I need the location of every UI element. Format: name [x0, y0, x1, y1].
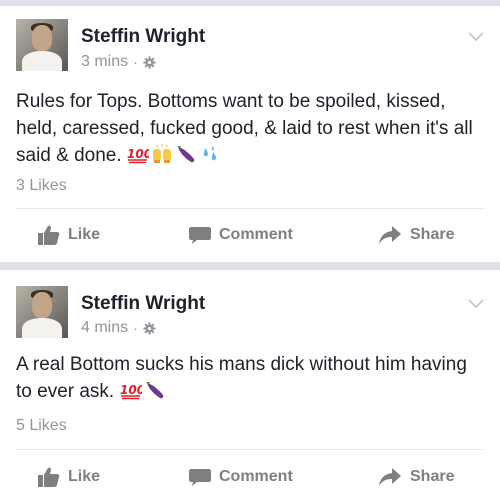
comment-bubble-icon — [189, 227, 211, 244]
svg-text:100: 100 — [120, 383, 142, 397]
share-label: Share — [410, 226, 455, 243]
comment-label: Comment — [219, 226, 293, 243]
post-meta: 3 mins · — [81, 53, 156, 71]
privacy-gear-icon[interactable] — [143, 321, 156, 335]
share-arrow-icon — [379, 468, 401, 486]
divider — [16, 449, 484, 450]
like-button[interactable]: Like — [38, 457, 100, 497]
like-label: Like — [68, 468, 101, 485]
comment-button[interactable]: Comment — [189, 215, 293, 255]
emoji-group: 100 — [127, 144, 221, 164]
meta-separator: · — [133, 320, 138, 336]
share-arrow-icon — [379, 226, 401, 244]
post-text: A real Bottom sucks his mans dick withou… — [16, 351, 486, 405]
chevron-down-icon[interactable] — [468, 299, 484, 309]
action-bar: Like Comment Share — [0, 457, 500, 497]
author-name[interactable]: Steffin Wright — [81, 26, 205, 48]
post-time[interactable]: 4 mins — [81, 319, 128, 337]
post-card: Steffin Wright 3 mins · Rules for Tops. … — [0, 6, 500, 262]
chevron-down-icon[interactable] — [468, 32, 484, 42]
comment-label: Comment — [219, 468, 293, 485]
like-button[interactable]: Like — [38, 215, 100, 255]
post-card: Steffin Wright 4 mins · A real Bottom su… — [0, 270, 500, 500]
eggplant-emoji — [176, 146, 195, 163]
hundred-points-emoji: 100 — [127, 147, 149, 164]
post-text: Rules for Tops. Bottoms want to be spoil… — [16, 88, 486, 169]
hundred-points-emoji: 100 — [120, 383, 142, 400]
action-bar: Like Comment Share — [0, 215, 500, 255]
avatar[interactable] — [16, 19, 68, 71]
post-body: Rules for Tops. Bottoms want to be spoil… — [16, 91, 473, 166]
comment-button[interactable]: Comment — [189, 457, 293, 497]
likes-count[interactable]: 3 Likes — [16, 177, 67, 195]
raising-hands-emoji — [152, 144, 171, 163]
like-label: Like — [68, 226, 101, 243]
author-name[interactable]: Steffin Wright — [81, 293, 205, 315]
meta-separator: · — [133, 54, 138, 70]
share-button[interactable]: Share — [378, 457, 454, 497]
emoji-group: 100 — [120, 380, 166, 400]
privacy-gear-icon[interactable] — [143, 55, 156, 69]
divider — [16, 208, 484, 209]
eggplant-emoji — [145, 382, 163, 399]
post-body: A real Bottom sucks his mans dick withou… — [16, 354, 467, 402]
avatar[interactable] — [16, 286, 68, 338]
comment-bubble-icon — [189, 469, 211, 486]
svg-text:100: 100 — [127, 147, 149, 161]
thumbs-up-icon — [38, 225, 60, 245]
post-time[interactable]: 3 mins — [81, 53, 128, 71]
share-label: Share — [410, 468, 455, 485]
thumbs-up-icon — [38, 467, 60, 487]
post-meta: 4 mins · — [81, 319, 156, 337]
likes-count[interactable]: 5 Likes — [16, 417, 67, 435]
sweat-droplets-emoji — [203, 146, 216, 161]
share-button[interactable]: Share — [378, 215, 454, 255]
